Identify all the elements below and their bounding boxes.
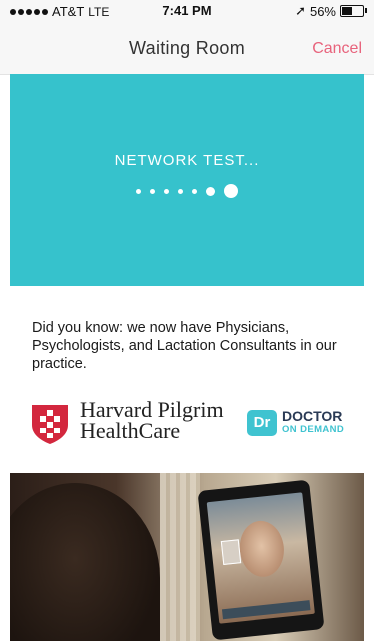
photo-call-controls [221, 600, 311, 620]
photo-doctor-face [237, 518, 287, 579]
harvard-pilgrim-line1: Harvard Pilgrim [80, 397, 224, 422]
doctor-on-demand-title: DOCTOR [282, 408, 343, 424]
harvard-pilgrim-line2: HealthCare [80, 418, 181, 443]
nav-bar: Waiting Room Cancel [0, 22, 374, 75]
photo-person [10, 483, 160, 641]
progress-dot [178, 188, 183, 194]
photo-curtain [160, 473, 200, 641]
harvard-pilgrim-wordmark: Harvard Pilgrim HealthCare [80, 397, 224, 443]
screen: AT&T LTE 7:41 PM ➚ 56% Waiting Room Canc… [0, 0, 374, 641]
location-icon: ➚ [295, 3, 306, 18]
harvard-pilgrim-logo-icon [32, 405, 68, 444]
partner-logos: Harvard Pilgrim HealthCare Dr DOCTOR ON … [0, 393, 374, 453]
photo-tablet-screen [206, 492, 315, 624]
doctor-on-demand-logo-icon: Dr [247, 410, 277, 436]
doctor-on-demand-subtitle: ON DEMAND [282, 424, 345, 435]
progress-dot-active [224, 184, 238, 198]
status-right: ➚ 56% [295, 3, 367, 19]
battery-fill [342, 7, 353, 15]
progress-dot [206, 186, 215, 196]
info-message: Did you know: we now have Physicians, Ps… [32, 320, 337, 372]
progress-dot [136, 188, 141, 194]
photo-self-view [220, 539, 242, 565]
network-test-label: NETWORK TEST... [114, 152, 260, 169]
progress-dot [150, 188, 155, 194]
progress-dot [164, 188, 169, 194]
cancel-button[interactable]: Cancel [312, 40, 362, 58]
status-bar: AT&T LTE 7:41 PM ➚ 56% [0, 0, 374, 22]
photo-tablet [197, 479, 325, 641]
battery-icon [340, 5, 367, 17]
network-test-panel: NETWORK TEST... [10, 74, 364, 286]
progress-dot [192, 188, 197, 194]
doctor-on-demand-wordmark: DOCTOR ON DEMAND [282, 408, 345, 436]
battery-percent-label: 56% [309, 3, 336, 19]
video-call-photo [10, 473, 364, 641]
progress-indicator [10, 184, 364, 198]
